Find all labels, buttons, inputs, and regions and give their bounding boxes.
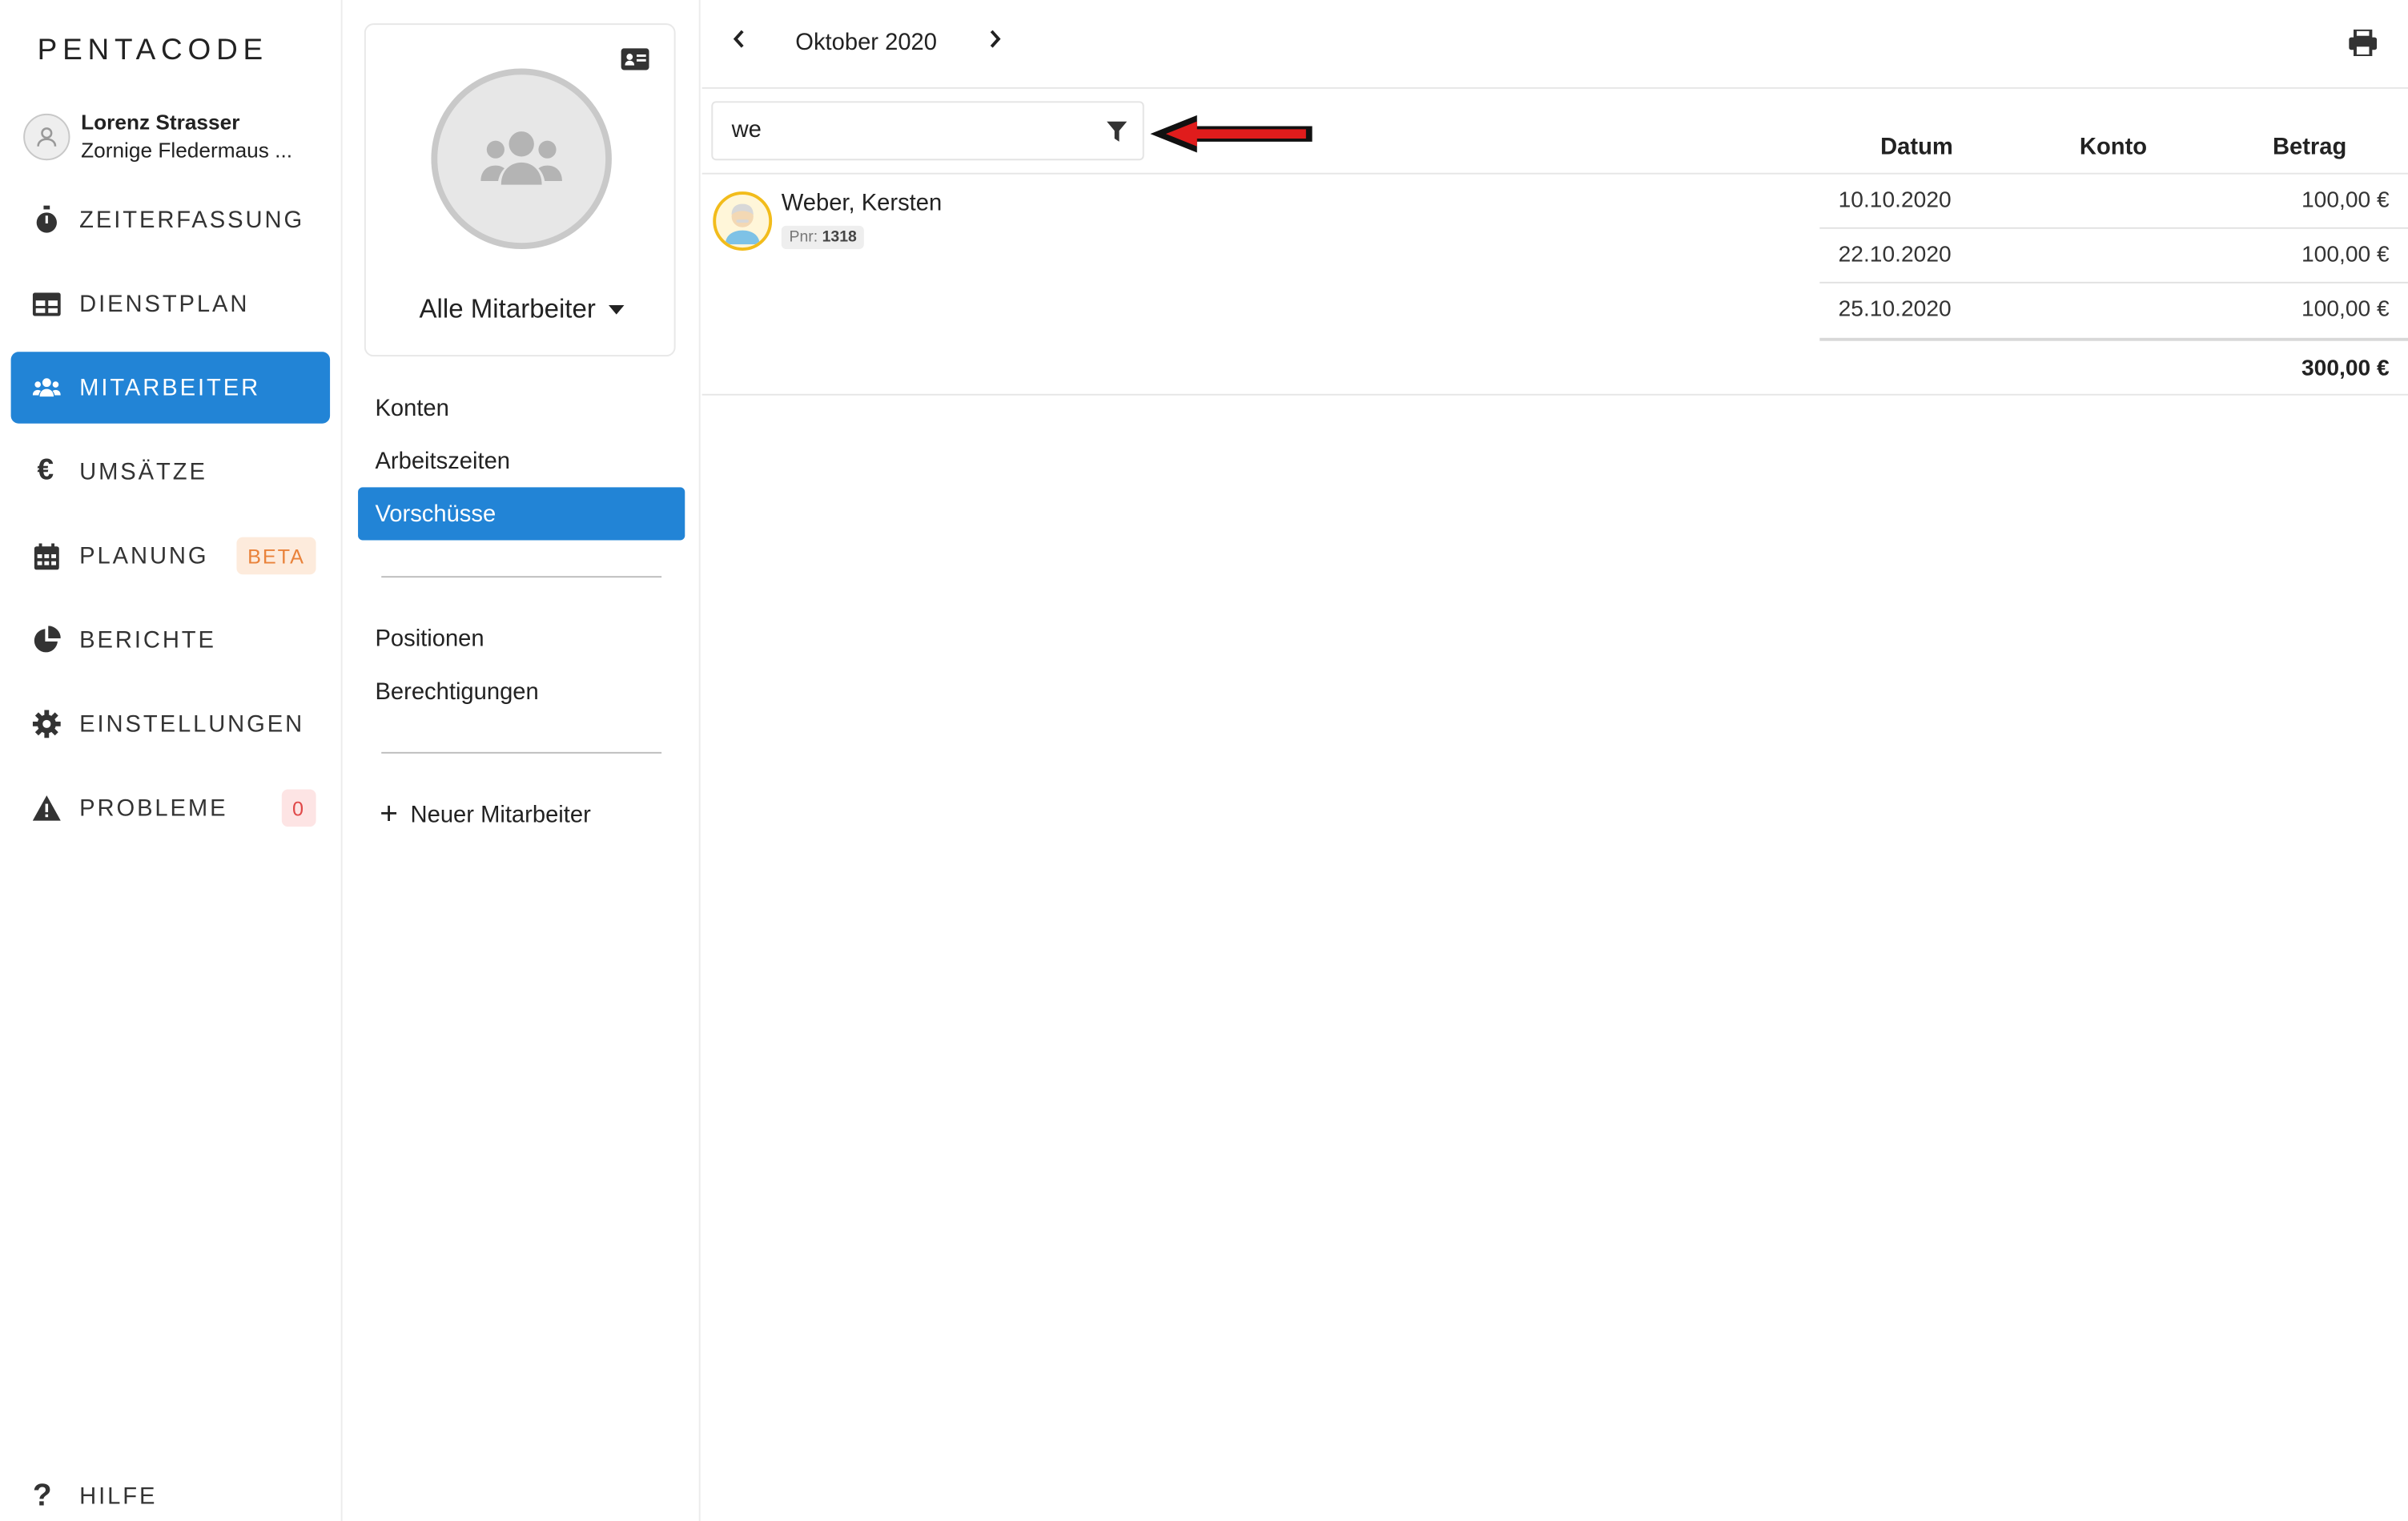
nav-label: DIENSTPLAN: [79, 290, 250, 317]
submenu-item-vorschuesse[interactable]: Vorschüsse: [358, 487, 685, 541]
nav-label: EINSTELLUNGEN: [79, 710, 305, 738]
current-month: Oktober 2020: [795, 29, 937, 56]
nav-item-umsaetze[interactable]: € UMSÄTZE: [11, 436, 330, 507]
stopwatch-icon: [33, 205, 61, 234]
nav-label: UMSÄTZE: [79, 458, 207, 485]
pie-chart-icon: [33, 626, 61, 654]
sidebar: PENTACODE Lorenz Strasser Zornige Fleder…: [0, 0, 343, 1521]
warning-icon: [32, 794, 61, 822]
euro-icon: €: [37, 454, 57, 488]
nav-item-einstellungen[interactable]: EINSTELLUNGEN: [11, 688, 330, 759]
pnr-label: Pnr:: [789, 228, 818, 247]
group-dropdown-label: Alle Mitarbeiter: [419, 294, 596, 324]
user-subtitle: Zornige Fledermaus ...: [81, 138, 293, 163]
printer-icon: [2349, 27, 2378, 58]
month-toolbar: Oktober 2020: [701, 0, 2408, 89]
help-link[interactable]: ? HILFE: [33, 1479, 158, 1515]
nav-item-planung[interactable]: PLANUNG BETA: [11, 520, 330, 591]
submenu-item-berechtigungen[interactable]: Berechtigungen: [358, 665, 685, 718]
nav-item-mitarbeiter[interactable]: MITARBEITER: [10, 352, 331, 424]
nav-item-dienstplan[interactable]: DIENSTPLAN: [11, 268, 330, 339]
pnr-value: 1318: [822, 228, 857, 247]
help-label: HILFE: [79, 1483, 158, 1511]
new-employee-button[interactable]: + Neuer Mitarbeiter: [380, 799, 591, 830]
employee-filter: [711, 101, 1144, 161]
nav-label: ZEITERFASSUNG: [79, 206, 305, 233]
column-header-account[interactable]: Konto: [2080, 134, 2147, 160]
nav-item-berichte[interactable]: BERICHTE: [11, 604, 330, 675]
date-cell: 22.10.2020: [1838, 243, 1952, 268]
group-avatar: [431, 68, 612, 250]
group-dropdown[interactable]: Alle Mitarbeiter: [366, 294, 677, 325]
avatar: [23, 113, 70, 161]
chevron-left-icon: [733, 30, 744, 48]
user-icon: [37, 127, 57, 147]
table-row[interactable]: 25.10.2020 100,00 €: [1819, 284, 2408, 338]
nav-item-probleme[interactable]: PROBLEME 0: [11, 772, 330, 843]
avatar: [713, 191, 773, 251]
print-button[interactable]: [2349, 27, 2378, 64]
divider: [381, 751, 662, 754]
user-name: Lorenz Strasser: [81, 111, 240, 135]
main-nav: ZEITERFASSUNG DIENSTPLAN MITARBEITER € U…: [10, 183, 331, 856]
employee-submenu-secondary: Positionen Berechtigungen: [358, 612, 685, 718]
problems-count-badge: 0: [281, 789, 316, 827]
nav-label: PLANUNG: [79, 542, 209, 569]
divider: [381, 576, 662, 578]
users-icon: [480, 131, 562, 185]
app-logo[interactable]: PENTACODE: [38, 34, 268, 69]
beta-badge: BETA: [236, 537, 316, 575]
employee-name: Weber, Kersten: [781, 190, 943, 217]
amount-cell: 100,00 €: [2301, 188, 2390, 214]
submenu-item-positionen[interactable]: Positionen: [358, 612, 685, 665]
employee-subnav-column: Alle Mitarbeiter Konten Arbeitszeiten Vo…: [343, 0, 701, 1521]
question-icon: ?: [32, 1479, 54, 1514]
table-row[interactable]: 22.10.2020 100,00 €: [1819, 229, 2408, 284]
filter-icon[interactable]: [1107, 121, 1128, 150]
gear-icon: [32, 710, 61, 738]
annotation-arrow-icon: [1150, 115, 1313, 153]
users-icon: [32, 374, 61, 402]
column-header-amount[interactable]: Betrag: [2273, 134, 2346, 160]
employee-submenu: Konten Arbeitszeiten Vorschüsse: [358, 381, 685, 541]
next-month-button[interactable]: [988, 28, 1001, 56]
submenu-item-arbeitszeiten[interactable]: Arbeitszeiten: [358, 434, 685, 487]
date-cell: 25.10.2020: [1838, 297, 1952, 323]
total-row: 300,00 €: [1819, 337, 2408, 394]
table-icon: [32, 290, 61, 318]
nav-label: PROBLEME: [79, 795, 228, 822]
group-card: Alle Mitarbeiter: [364, 23, 677, 357]
column-header-date[interactable]: Datum: [1880, 134, 1953, 160]
user-profile[interactable]: Lorenz Strasser Zornige Fledermaus ...: [23, 109, 292, 165]
search-input[interactable]: [731, 116, 1075, 143]
divider: [701, 393, 2408, 396]
table-row[interactable]: 10.10.2020 100,00 €: [1819, 175, 2408, 229]
plus-icon: +: [380, 797, 399, 831]
previous-month-button[interactable]: [733, 28, 746, 56]
nav-label: BERICHTE: [79, 626, 216, 654]
main-content: Oktober 2020 Datum Konto Betrag Weber, K…: [701, 0, 2408, 1521]
new-employee-label: Neuer Mitarbeiter: [410, 801, 591, 828]
calendar-icon: [33, 541, 61, 569]
chevron-right-icon: [990, 30, 1001, 48]
date-cell: 10.10.2020: [1838, 188, 1952, 214]
employee-avatar-icon: [725, 203, 760, 245]
personnel-number-badge: Pnr: 1318: [781, 225, 865, 250]
advances-table: 10.10.2020 100,00 € 22.10.2020 100,00 € …: [1819, 175, 2408, 394]
employee-entry[interactable]: Weber, Kersten Pnr: 1318: [713, 190, 943, 251]
amount-cell: 100,00 €: [2301, 243, 2390, 268]
amount-cell: 100,00 €: [2301, 297, 2390, 323]
nav-item-zeiterfassung[interactable]: ZEITERFASSUNG: [11, 183, 330, 255]
caret-down-icon: [608, 304, 624, 315]
id-card-icon[interactable]: [621, 48, 649, 78]
total-amount: 300,00 €: [2301, 356, 2390, 382]
submenu-item-konten[interactable]: Konten: [358, 381, 685, 434]
nav-label: MITARBEITER: [79, 374, 261, 401]
